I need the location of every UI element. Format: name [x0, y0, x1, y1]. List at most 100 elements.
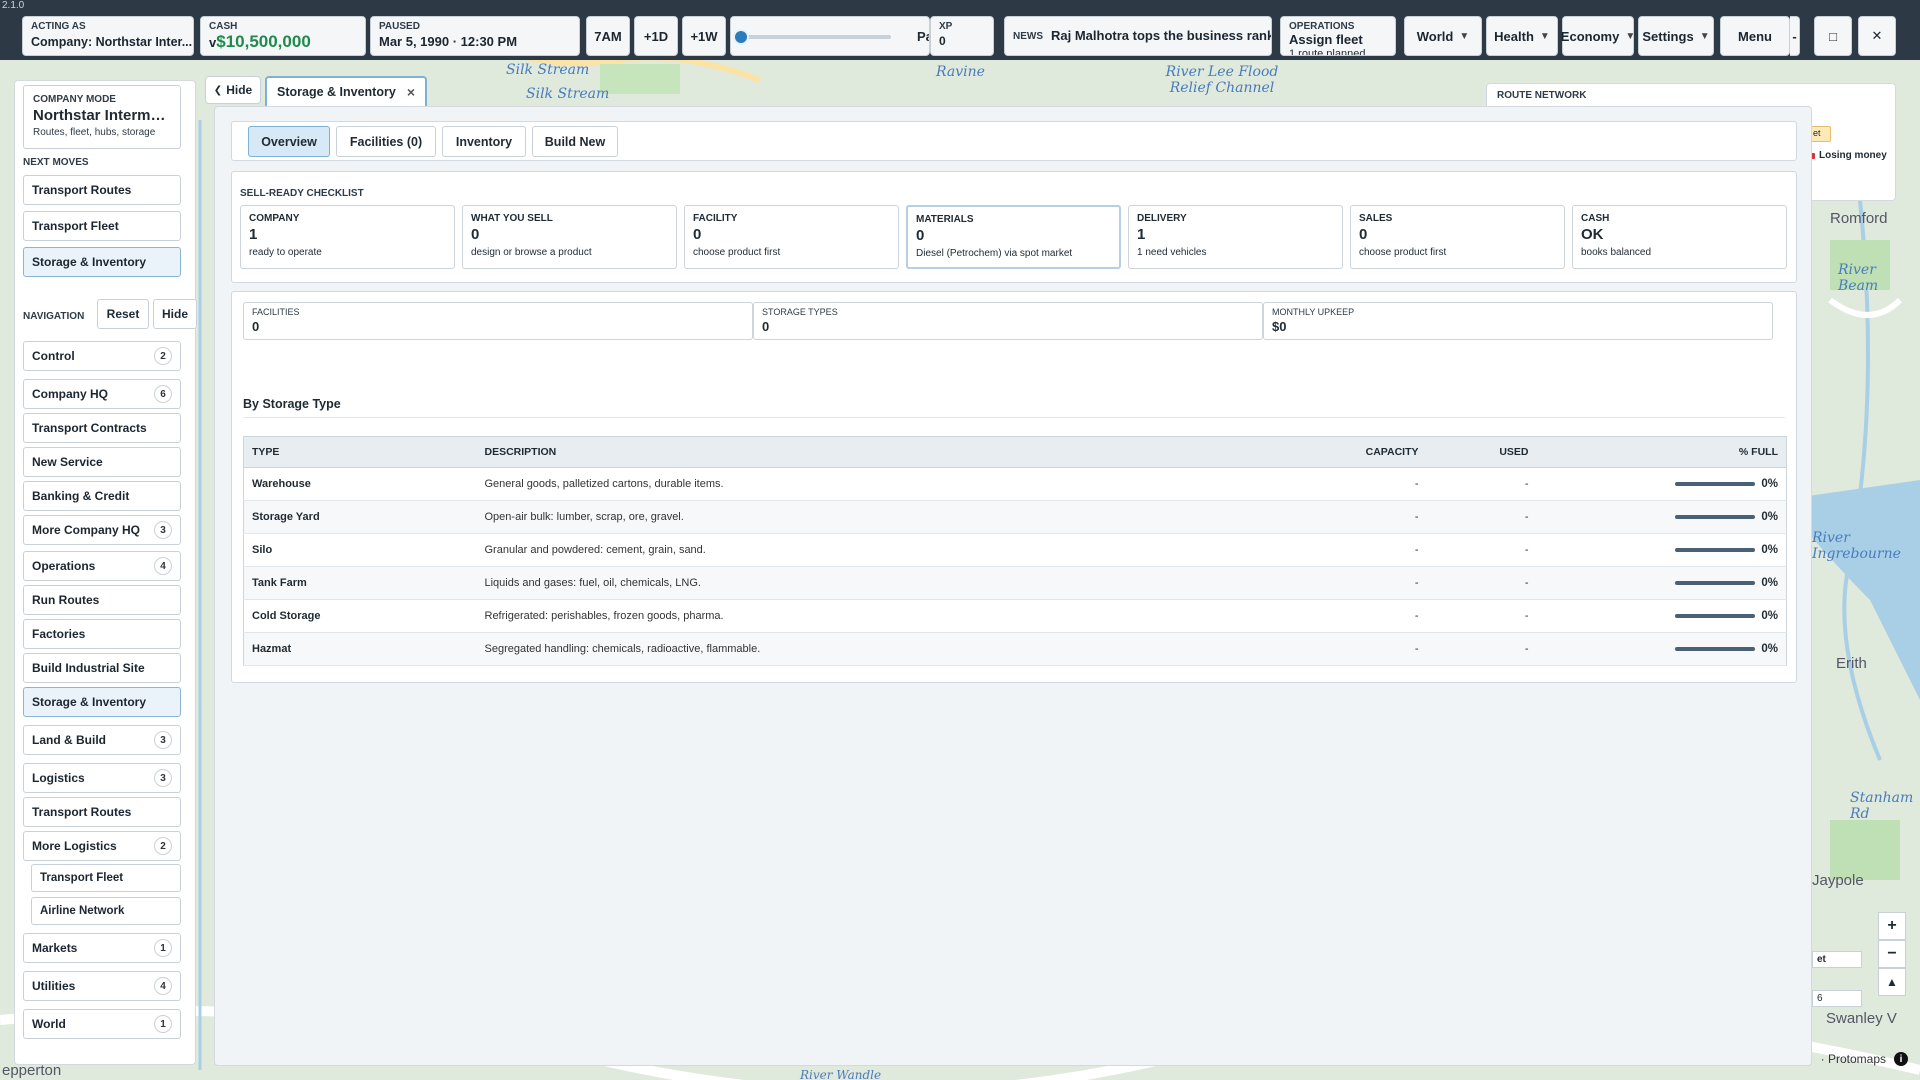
checklist-card-materials[interactable]: MATERIALS 0 Diesel (Petrochem) via spot … [906, 205, 1121, 269]
cell-full: 0% [1536, 599, 1787, 633]
sidebar-item-factories[interactable]: Factories [23, 619, 181, 649]
tab-overview[interactable]: Overview [248, 126, 330, 157]
sidebar-item-label: Company HQ [32, 387, 109, 401]
sidebar-item-label: Land & Build [32, 733, 106, 747]
sell-ready-checklist: SELL-READY CHECKLIST COMPANY 1 ready to … [231, 171, 1797, 283]
cell-capacity: - [1266, 533, 1427, 567]
sidebar-item-storage-inventory[interactable]: Storage & Inventory [23, 687, 181, 717]
sidebar-item-transport-contracts[interactable]: Transport Contracts [23, 413, 181, 443]
news-ticker[interactable]: NEWS Raj Malhotra tops the business rank [1004, 16, 1272, 56]
tab-storage-inventory[interactable]: Storage & Inventory × [265, 76, 427, 106]
compass-button[interactable]: ▲ [1878, 968, 1906, 996]
checklist-value: 0 [471, 226, 480, 243]
checklist-card-sales[interactable]: SALES 0 choose product first [1350, 205, 1565, 269]
column-header-used[interactable]: USED [1426, 436, 1537, 468]
sidebar-item-more-logistics[interactable]: More Logistics 2 [23, 831, 181, 861]
table-row[interactable]: Warehouse General goods, palletized cart… [243, 467, 1787, 501]
sidebar-item-label: Transport Contracts [32, 421, 147, 435]
checklist-sub: Diesel (Petrochem) via spot market [916, 248, 1073, 259]
cell-description: General goods, palletized cartons, durab… [476, 467, 1267, 501]
cell-type: Hazmat [243, 632, 477, 666]
map-label: Ravine [936, 64, 985, 80]
stat-storage-types: STORAGE TYPES 0 [753, 302, 1263, 340]
operations-caption: OPERATIONS [1289, 21, 1355, 32]
sidebar-item-transport-routes[interactable]: Transport Routes [23, 797, 181, 827]
skip-1d-button[interactable]: +1D [634, 16, 678, 56]
count-badge: 3 [154, 731, 172, 749]
acting-as-box[interactable]: ACTING AS Company: Northstar Inter... [22, 16, 194, 56]
hide-panel-button[interactable]: ❮ Hide [205, 76, 261, 104]
count-badge: 3 [154, 769, 172, 787]
sidebar-item-world[interactable]: World 1 [23, 1009, 181, 1039]
table-row[interactable]: Tank Farm Liquids and gases: fuel, oil, … [243, 566, 1787, 600]
economy-menu[interactable]: Economy ▼ [1561, 16, 1635, 56]
sidebar-item-logistics[interactable]: Logistics 3 [23, 763, 181, 793]
checklist-card-facility[interactable]: FACILITY 0 choose product first [684, 205, 899, 269]
close-button[interactable]: ✕ [1858, 16, 1896, 56]
speed-label: Pa [917, 29, 929, 44]
sidebar-item-company-hq[interactable]: Company HQ 6 [23, 379, 181, 409]
speed-slider-track[interactable] [733, 29, 891, 45]
map-widget[interactable]: 6 [1812, 990, 1862, 1007]
checklist-card-cash[interactable]: CASH OK books balanced [1572, 205, 1787, 269]
settings-menu[interactable]: Settings ▼ [1638, 16, 1714, 56]
skip-1w-button[interactable]: +1W [682, 16, 726, 56]
tab-inventory[interactable]: Inventory [442, 126, 526, 157]
sidebar-item-run-routes[interactable]: Run Routes [23, 585, 181, 615]
checklist-card-company[interactable]: COMPANY 1 ready to operate [240, 205, 455, 269]
next-move-transport-fleet[interactable]: Transport Fleet [23, 211, 181, 241]
nav-reset-button[interactable]: Reset [97, 299, 149, 329]
sidebar-subitem-transport-fleet[interactable]: Transport Fleet [31, 864, 181, 892]
sidebar-item-build-industrial-site[interactable]: Build Industrial Site [23, 653, 181, 683]
sidebar-item-land-build[interactable]: Land & Build 3 [23, 725, 181, 755]
minus-icon: − [1887, 945, 1897, 962]
sidebar-item-markets[interactable]: Markets 1 [23, 933, 181, 963]
column-header-full[interactable]: % FULL [1536, 436, 1787, 468]
sidebar-item-new-service[interactable]: New Service [23, 447, 181, 477]
next-move-transport-routes[interactable]: Transport Routes [23, 175, 181, 205]
checklist-sub: books balanced [1581, 247, 1652, 258]
count-badge: 4 [154, 977, 172, 995]
cash-box: CASH v$10,500,000 [200, 16, 366, 56]
info-icon[interactable]: i [1894, 1052, 1908, 1066]
table-row[interactable]: Hazmat Segregated handling: chemicals, r… [243, 632, 1787, 666]
map-widget[interactable]: et [1812, 951, 1862, 968]
sidebar-item-banking-credit[interactable]: Banking & Credit [23, 481, 181, 511]
next-move-storage-inventory[interactable]: Storage & Inventory [23, 247, 181, 277]
health-menu[interactable]: Health ▼ [1486, 16, 1558, 56]
sidebar-item-control[interactable]: Control 2 [23, 341, 181, 371]
zoom-in-button[interactable]: + [1878, 912, 1906, 940]
close-icon[interactable]: × [407, 84, 415, 100]
menu-button[interactable]: Menu [1720, 16, 1790, 56]
company-mode-box[interactable]: COMPANY MODE Northstar Intermo... Routes… [23, 85, 181, 149]
next-move-label: Transport Fleet [32, 219, 119, 233]
operations-box[interactable]: OPERATIONS Assign fleet 1 route planned [1280, 16, 1396, 56]
table-row[interactable]: Silo Granular and powdered: cement, grai… [243, 533, 1787, 567]
column-header-type[interactable]: TYPE [243, 436, 477, 468]
zoom-out-button[interactable]: − [1878, 940, 1906, 968]
world-menu[interactable]: World ▼ [1404, 16, 1482, 56]
table-row[interactable]: Storage Yard Open-air bulk: lumber, scra… [243, 500, 1787, 534]
attribution-text[interactable]: · Protomaps [1821, 1052, 1886, 1066]
column-header-description[interactable]: DESCRIPTION [476, 436, 1267, 468]
tab-facilities[interactable]: Facilities (0) [336, 126, 436, 157]
sidebar-item-more-company-hq[interactable]: More Company HQ 3 [23, 515, 181, 545]
skip-7am-button[interactable]: 7AM [586, 16, 630, 56]
table-row[interactable]: Cold Storage Refrigerated: perishables, … [243, 599, 1787, 633]
fill-percent: 0% [1761, 544, 1778, 556]
count-badge: 2 [154, 837, 172, 855]
checklist-card-what-you-sell[interactable]: WHAT YOU SELL 0 design or browse a produ… [462, 205, 677, 269]
sidebar-subitem-airline-network[interactable]: Airline Network [31, 897, 181, 925]
sidebar-item-operations[interactable]: Operations 4 [23, 551, 181, 581]
minimize-button[interactable]: - [1790, 16, 1800, 56]
tab-build-new[interactable]: Build New [532, 126, 618, 157]
speed-control: Pa [730, 16, 930, 56]
checklist-card-delivery[interactable]: DELIVERY 1 1 need vehicles [1128, 205, 1343, 269]
paused-box[interactable]: PAUSED Mar 5, 1990 · 12:30 PM [370, 16, 580, 56]
speed-slider-thumb[interactable] [733, 29, 749, 45]
column-header-capacity[interactable]: CAPACITY [1266, 436, 1427, 468]
map-label: River Beam [1838, 262, 1879, 294]
maximize-button[interactable]: □ [1814, 16, 1852, 56]
nav-hide-button[interactable]: Hide [153, 299, 197, 329]
sidebar-item-utilities[interactable]: Utilities 4 [23, 971, 181, 1001]
